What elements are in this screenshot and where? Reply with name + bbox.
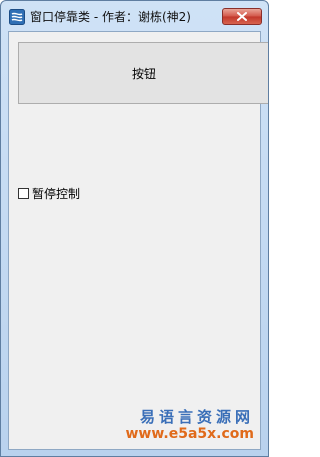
- watermark: 易语言资源网 www.e5a5x.com: [125, 408, 254, 443]
- title-bar[interactable]: 窗口停靠类 - 作者：谢栋(神2): [1, 1, 268, 31]
- pause-control-checkbox[interactable]: 暂停控制: [18, 185, 80, 201]
- app-window: 窗口停靠类 - 作者：谢栋(神2) 按钮 暂停控制 易语言资源网 www.e5a…: [0, 0, 269, 457]
- watermark-title: 易语言资源网: [139, 408, 254, 426]
- checkbox-box[interactable]: [18, 187, 29, 199]
- close-button[interactable]: [222, 8, 262, 25]
- main-button[interactable]: 按钮: [18, 42, 268, 104]
- app-icon[interactable]: [9, 9, 25, 25]
- checkbox-label: 暂停控制: [32, 186, 81, 201]
- close-icon: [237, 12, 247, 21]
- watermark-url: www.e5a5x.com: [125, 426, 254, 442]
- window-title: 窗口停靠类 - 作者：谢栋(神2): [30, 10, 191, 24]
- client-area: 按钮 暂停控制 易语言资源网 www.e5a5x.com: [8, 31, 268, 450]
